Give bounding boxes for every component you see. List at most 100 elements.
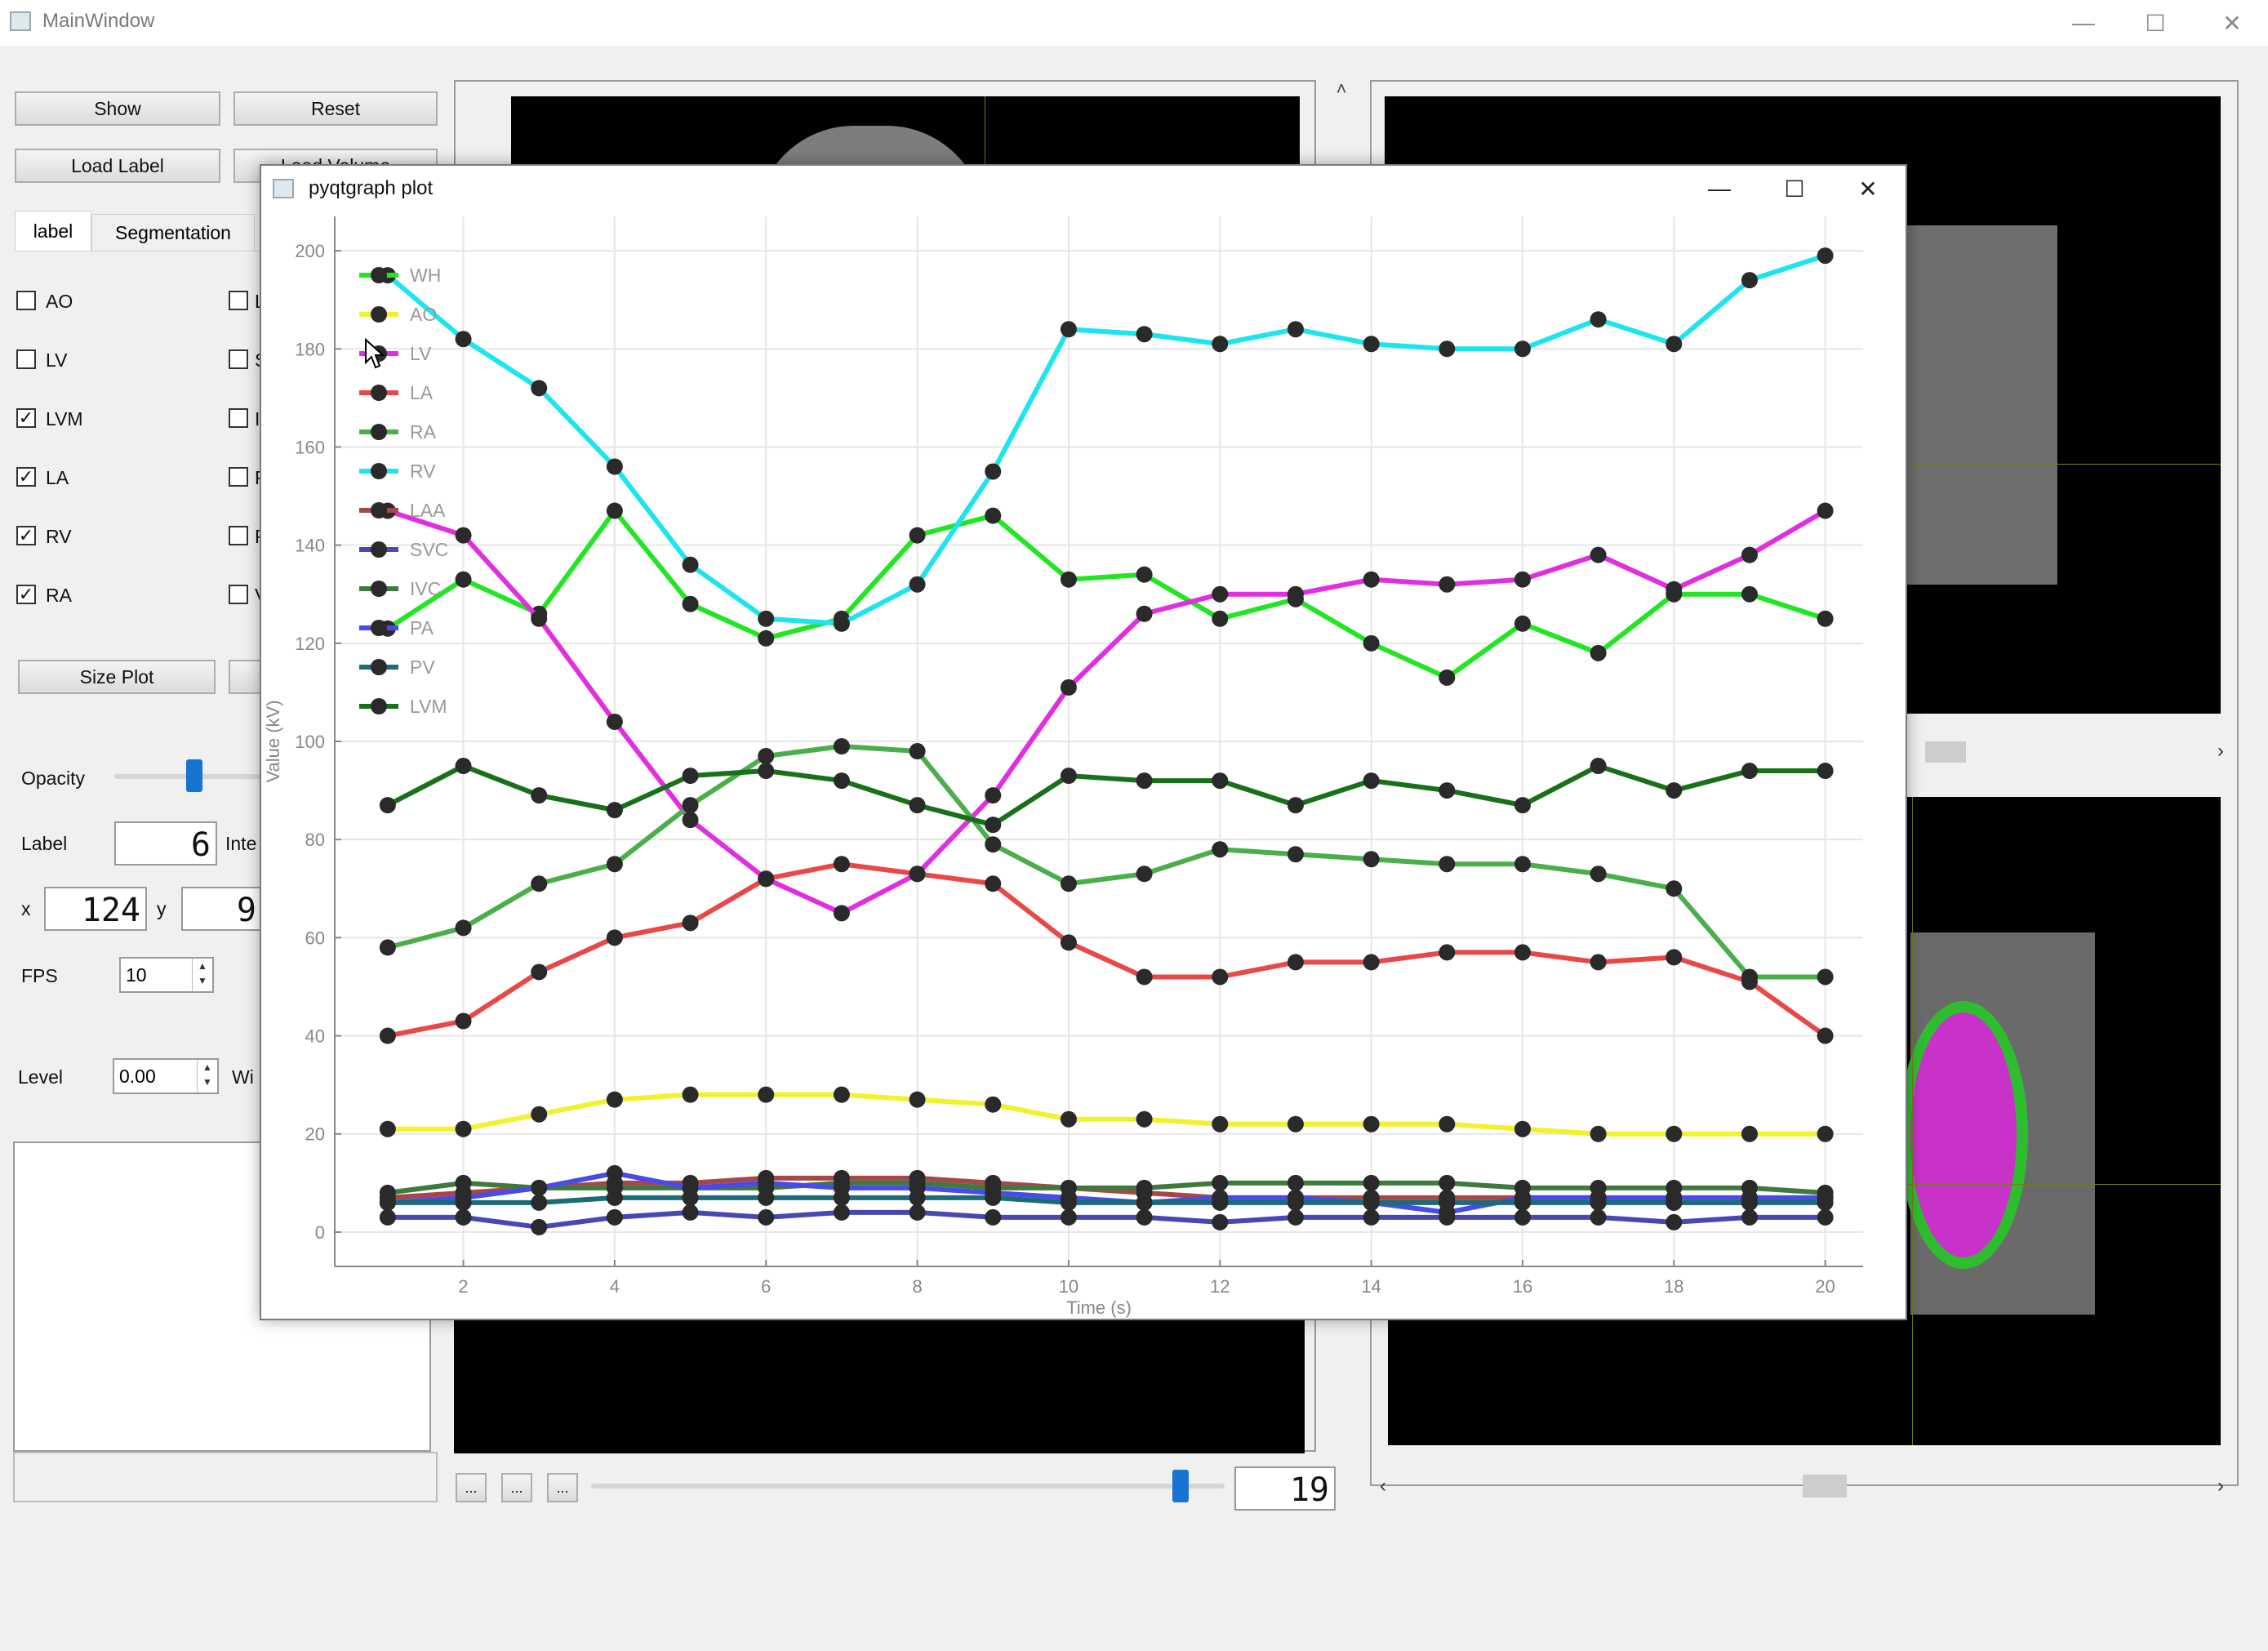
- data-point-pa: [531, 1179, 548, 1196]
- line-chart[interactable]: 2 4 6 8 10 12 14 16 18 20020406080100120140160180…: [261, 211, 1906, 1319]
- data-point-pv: [1212, 1194, 1229, 1211]
- data-point-pv: [1060, 1194, 1077, 1211]
- x-value-display: 124: [44, 887, 147, 931]
- y-tick-label: 160: [295, 437, 325, 457]
- data-point-rv: [455, 331, 472, 348]
- load-label-button[interactable]: Load Label: [15, 149, 220, 183]
- data-point-wh: [455, 571, 472, 588]
- legend-marker-ra: [371, 424, 387, 440]
- tab-segmentation[interactable]: Segmentation: [91, 214, 255, 251]
- scroll-right-icon[interactable]: ›: [2217, 1475, 2224, 1497]
- x-tick-label: 16: [1513, 1276, 1532, 1297]
- plot-titlebar[interactable]: [261, 166, 1906, 211]
- data-point-rv: [1136, 326, 1153, 343]
- level-spin-arrows[interactable]: ▲ ▼: [197, 1060, 217, 1093]
- data-point-ao: [1665, 1125, 1683, 1142]
- x-tick-label: 8: [912, 1276, 922, 1297]
- size-plot-button[interactable]: Size Plot: [18, 660, 216, 694]
- data-point-pv: [1439, 1194, 1456, 1211]
- data-point-ra: [606, 856, 623, 873]
- 3d-scrollbar-handle[interactable]: [1803, 1475, 1847, 1497]
- plot-window[interactable]: pyqtgraph plot — ☐ ✕ 2 4 6 8 10 12 14 16 18 20 0 20…: [260, 164, 1907, 1320]
- fps-spinbox[interactable]: 10 ▲ ▼: [119, 957, 214, 993]
- data-point-ao: [1136, 1110, 1153, 1128]
- checkbox-la[interactable]: ✓: [16, 467, 36, 487]
- checkbox-svc[interactable]: [229, 349, 248, 369]
- checkbox-ao[interactable]: [16, 291, 36, 310]
- legend-label-laa: LAA: [410, 500, 446, 521]
- data-point-rv: [531, 380, 548, 397]
- data-point-svc: [606, 1208, 623, 1226]
- data-point-wh: [909, 527, 926, 544]
- opacity-slider-handle[interactable]: [186, 759, 202, 792]
- show-button[interactable]: Show: [15, 91, 220, 126]
- checkbox-la-label: LA: [46, 467, 69, 488]
- checkbox-rv[interactable]: ✓: [16, 526, 36, 545]
- legend-marker-lvm: [371, 698, 387, 714]
- maximize-icon[interactable]: ☐: [2119, 0, 2191, 46]
- data-point-svc: [531, 1218, 548, 1235]
- data-point-rv: [1817, 247, 1834, 265]
- data-point-ao: [682, 1086, 699, 1103]
- checkbox-lv[interactable]: [16, 349, 36, 369]
- y-tick-label: 0: [315, 1222, 325, 1243]
- crosshair-vertical: [1912, 797, 1913, 1445]
- sagittal-scrollbar-handle[interactable]: [1925, 741, 1966, 763]
- y-tick-label: 120: [295, 634, 325, 654]
- data-point-rv: [985, 463, 1002, 480]
- nav-button-2[interactable]: ...: [501, 1473, 532, 1502]
- data-point-lv: [1514, 571, 1531, 588]
- series-line-ao: [387, 1092, 1826, 1137]
- y-tick-label: 60: [305, 928, 325, 948]
- data-point-svc: [1665, 1213, 1683, 1230]
- plot-minimize-icon[interactable]: —: [1683, 166, 1755, 211]
- frame-slider-handle[interactable]: [1172, 1470, 1189, 1502]
- main-titlebar: [0, 0, 2268, 46]
- fps-spin-arrows[interactable]: ▲ ▼: [192, 959, 212, 991]
- data-point-rv: [1439, 340, 1456, 358]
- x-label: x: [21, 898, 31, 919]
- nav-button-3[interactable]: ...: [547, 1473, 578, 1502]
- plot-maximize-icon[interactable]: ☐: [1759, 166, 1830, 211]
- legend-label-la: LA: [410, 382, 434, 403]
- scroll-right-icon[interactable]: ›: [2217, 740, 2224, 763]
- level-spinbox[interactable]: 0.00 ▲ ▼: [113, 1058, 219, 1094]
- data-point-lv: [1212, 585, 1229, 603]
- data-point-rv: [758, 610, 775, 627]
- data-point-ra: [758, 748, 775, 765]
- checkbox-pa[interactable]: [229, 467, 248, 487]
- legend-label-pa: PA: [410, 617, 434, 639]
- data-point-wh: [1439, 669, 1456, 686]
- data-point-rv: [1665, 336, 1683, 353]
- viewport-coronal[interactable]: [454, 1315, 1305, 1453]
- minimize-icon[interactable]: —: [2048, 0, 2119, 46]
- data-point-la: [1136, 968, 1153, 986]
- checkbox-laa[interactable]: [229, 291, 248, 310]
- data-point-ao: [455, 1120, 472, 1137]
- tab-label[interactable]: label: [15, 211, 91, 251]
- data-point-ao: [909, 1091, 926, 1108]
- checkbox-ivc[interactable]: [229, 408, 248, 428]
- data-point-pv: [531, 1194, 548, 1211]
- data-point-wh: [1363, 634, 1380, 652]
- frame-slider[interactable]: [591, 1484, 1225, 1489]
- data-point-ao: [1212, 1115, 1229, 1133]
- data-point-ra: [1287, 846, 1304, 863]
- nav-button-1[interactable]: ...: [456, 1473, 487, 1502]
- plot-area[interactable]: 2 4 6 8 10 12 14 16 18 20 0 20 40 60 80 100 120 140 160 180…: [261, 211, 1906, 1319]
- data-point-la: [1514, 944, 1531, 961]
- checkbox-ao-label: AO: [46, 291, 73, 312]
- data-point-ra: [682, 797, 699, 814]
- plot-close-icon[interactable]: ✕: [1832, 166, 1904, 211]
- scroll-left-icon[interactable]: ‹: [1380, 1475, 1386, 1497]
- checkbox-pv[interactable]: [229, 526, 248, 545]
- reset-button[interactable]: Reset: [233, 91, 438, 126]
- data-point-ra: [379, 939, 396, 956]
- series-line-lvm: [386, 763, 1826, 828]
- close-icon[interactable]: ✕: [2196, 0, 2268, 46]
- checkbox-wh[interactable]: [229, 585, 248, 604]
- checkbox-ra[interactable]: ✓: [16, 585, 36, 604]
- checkbox-lvm[interactable]: ✓: [16, 408, 36, 428]
- scroll-up-icon[interactable]: ˄: [1329, 78, 1354, 103]
- data-point-ra: [833, 738, 850, 755]
